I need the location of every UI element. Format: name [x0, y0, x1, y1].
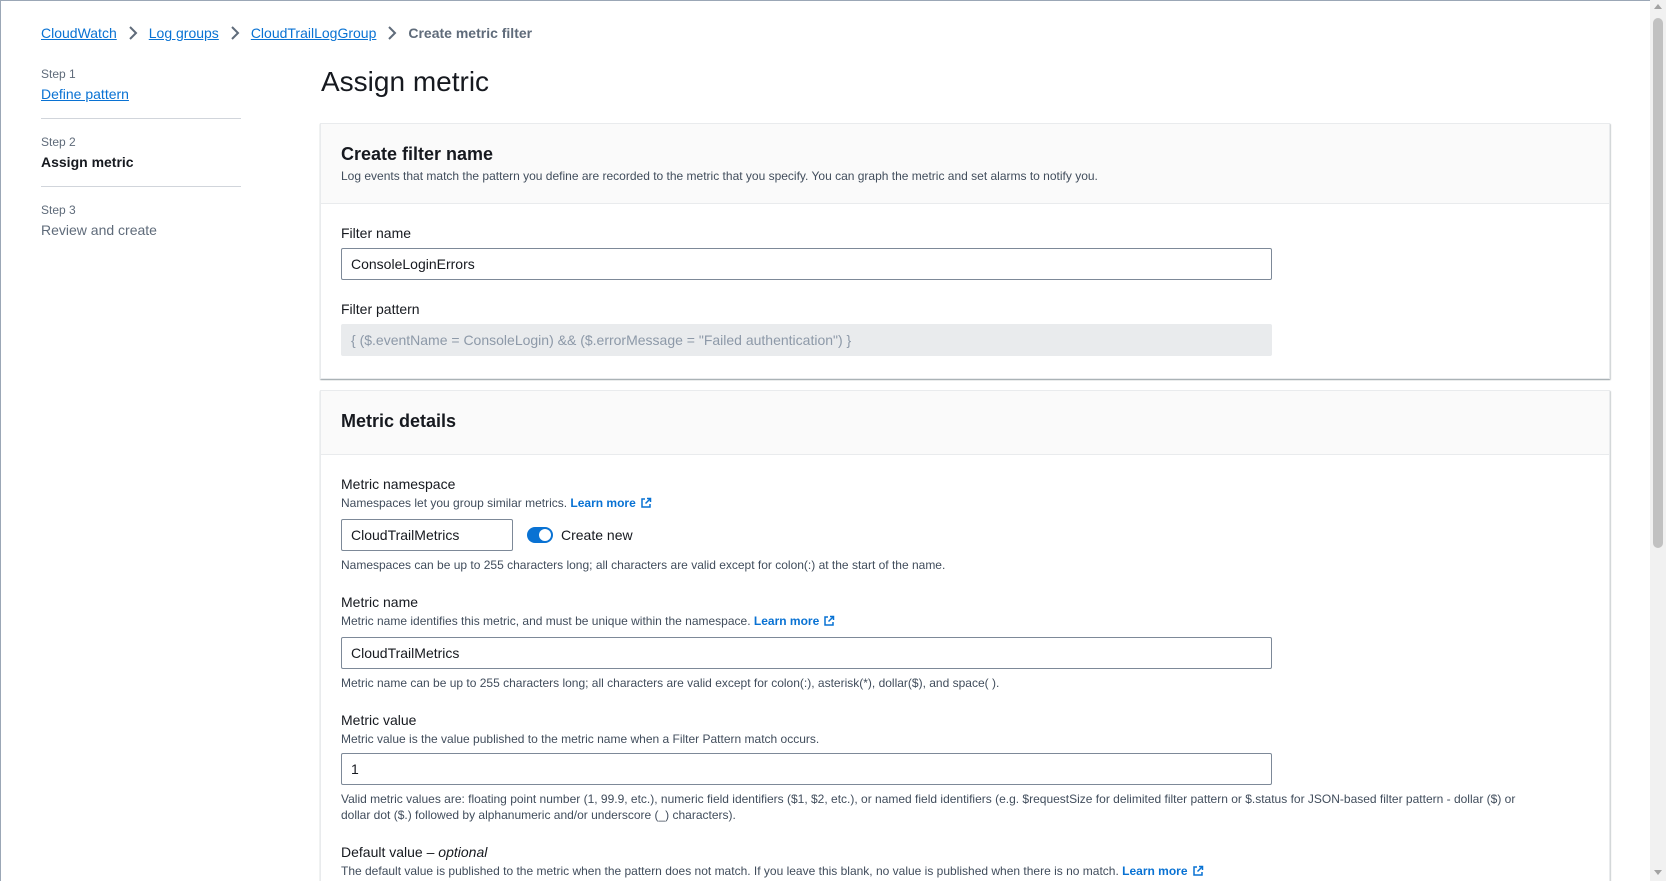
breadcrumb-cloudwatch[interactable]: CloudWatch [41, 25, 117, 41]
external-link-icon [640, 497, 652, 513]
container-body: Metric namespace Namespaces let you grou… [321, 455, 1609, 881]
scroll-down-arrow-icon[interactable] [1654, 870, 1662, 875]
metric-value-field: Metric value Metric value is the value p… [341, 711, 1589, 823]
field-constraint: Namespaces can be up to 255 characters l… [341, 558, 946, 572]
page-title: Assign metric [321, 66, 490, 97]
create-new-toggle[interactable] [527, 527, 553, 543]
breadcrumb-log-groups[interactable]: Log groups [149, 25, 219, 41]
metric-value-input[interactable]: 1 [341, 753, 1272, 785]
container-header: Create filter name Log events that match… [321, 124, 1609, 204]
field-label: Metric namespace [341, 476, 456, 492]
chevron-right-icon [117, 26, 149, 40]
filter-name-input[interactable]: ConsoleLoginErrors [341, 248, 1272, 280]
metric-namespace-field: Metric namespace Namespaces let you grou… [341, 475, 1589, 573]
wizard-step-2: Step 2 Assign metric [41, 118, 241, 186]
chevron-right-icon [219, 26, 251, 40]
wizard-step-3: Step 3 Review and create [41, 186, 241, 254]
field-description: Metric value is the value published to t… [341, 732, 820, 746]
breadcrumb: CloudWatch Log groups CloudTrailLogGroup… [41, 25, 532, 41]
section-description: Log events that match the pattern you de… [341, 169, 1098, 183]
filter-name-container: Create filter name Log events that match… [320, 123, 1610, 379]
step-number: Step 1 [41, 67, 76, 81]
container-header: Metric details [321, 391, 1609, 455]
field-label: Filter pattern [341, 301, 420, 317]
constraint-line: dollar dot ($.) followed by alphanumeric… [341, 808, 736, 822]
field-label: Metric value [341, 712, 417, 728]
field-label: Metric name [341, 594, 419, 610]
step-number: Step 3 [41, 203, 76, 217]
namespace-row: CloudTrailMetrics Create new [341, 519, 1589, 551]
field-description-text: Namespaces let you group similar metrics… [341, 496, 568, 510]
chevron-right-icon [376, 26, 408, 40]
metric-namespace-input[interactable]: CloudTrailMetrics [341, 519, 513, 551]
metric-details-container: Metric details Metric namespace Namespac… [320, 390, 1610, 881]
optional-label: optional [438, 844, 488, 860]
field-description: The default value is published to the me… [341, 863, 1589, 881]
learn-more-link[interactable]: Learn more [1122, 864, 1203, 878]
scroll-up-arrow-icon[interactable] [1654, 4, 1662, 9]
default-value-field: Default value – optional The default val… [341, 843, 1589, 881]
wizard-step-1: Step 1 Define pattern [41, 66, 241, 118]
filter-pattern-field: Filter pattern { ($.eventName = ConsoleL… [341, 300, 1589, 356]
learn-more-label: Learn more [753, 614, 820, 628]
field-description-text: The default value is published to the me… [341, 864, 1119, 878]
step-link-define-pattern[interactable]: Define pattern [41, 86, 129, 102]
field-label: Default value – optional [341, 844, 488, 860]
learn-more-label: Learn more [1122, 864, 1188, 878]
step-number: Step 2 [41, 135, 76, 149]
section-title: Create filter name [341, 144, 494, 164]
metric-name-input[interactable]: CloudTrailMetrics [341, 637, 1272, 669]
external-link-icon [823, 615, 835, 631]
external-link-icon [1192, 865, 1204, 881]
step-review-and-create: Review and create [41, 222, 157, 238]
metric-name-field: Metric name Metric name identifies this … [341, 593, 1589, 691]
field-constraint: Metric name can be up to 255 characters … [341, 676, 1000, 690]
breadcrumb-log-group[interactable]: CloudTrailLogGroup [251, 25, 377, 41]
field-description: Metric name identifies this metric, and … [341, 613, 1589, 631]
container-body: Filter name ConsoleLoginErrors Filter pa… [321, 204, 1609, 356]
field-description: Namespaces let you group similar metrics… [341, 495, 1589, 513]
learn-more-label: Learn more [570, 496, 636, 510]
field-constraint: Valid metric values are: floating point … [341, 791, 1589, 823]
page-scrollbar[interactable] [1650, 0, 1666, 881]
section-title: Metric details [341, 411, 457, 431]
filter-pattern-input: { ($.eventName = ConsoleLogin) && ($.err… [341, 324, 1272, 356]
toggle-label: Create new [561, 527, 633, 543]
learn-more-link[interactable]: Learn more [570, 496, 652, 513]
scrollbar-thumb[interactable] [1653, 18, 1663, 548]
field-label: Filter name [341, 225, 412, 241]
step-current-assign-metric: Assign metric [41, 154, 134, 170]
breadcrumb-current: Create metric filter [408, 25, 533, 41]
learn-more-link[interactable]: Learn more [754, 614, 835, 628]
field-description-text: Metric name identifies this metric, and … [341, 614, 751, 628]
constraint-line: Valid metric values are: floating point … [341, 792, 1516, 806]
filter-name-field: Filter name ConsoleLoginErrors [341, 224, 1589, 280]
wizard-steps: Step 1 Define pattern Step 2 Assign metr… [41, 66, 241, 254]
field-label-text: Default value [341, 844, 423, 860]
